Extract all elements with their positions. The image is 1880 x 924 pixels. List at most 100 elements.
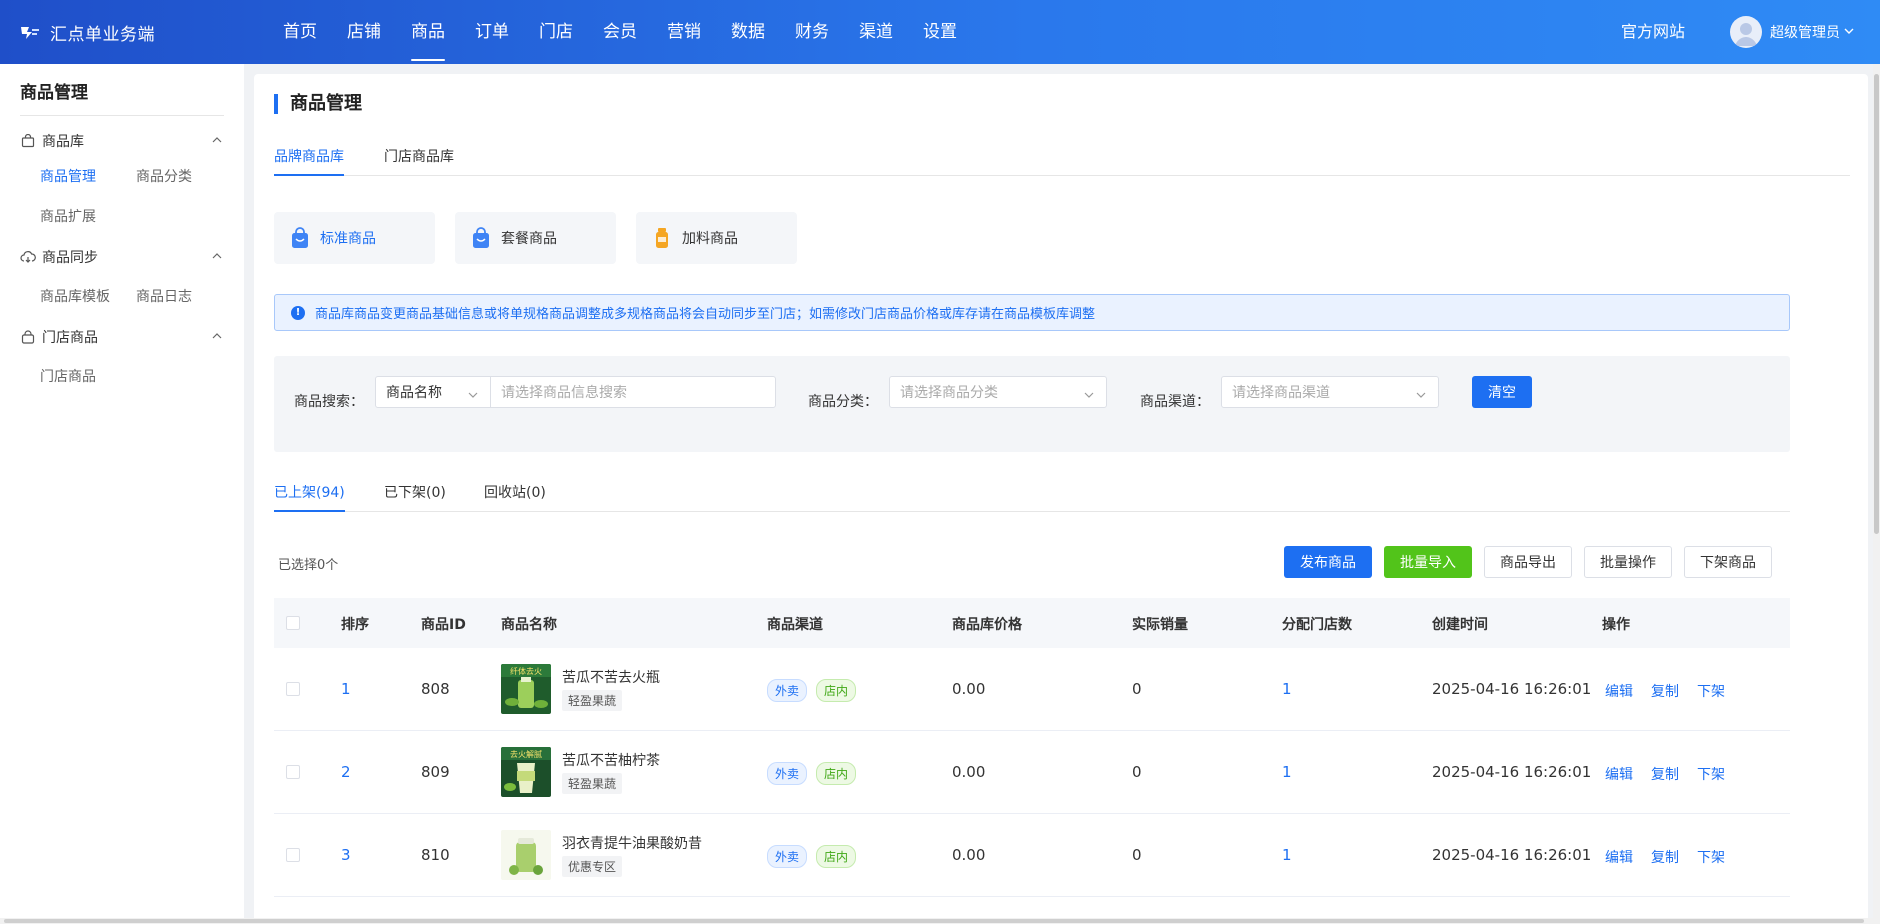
col-created: 创建时间 — [1432, 617, 1488, 633]
nav-data[interactable]: 数据 — [716, 0, 780, 64]
edit-link[interactable]: 编辑 — [1605, 847, 1633, 867]
row-store-count[interactable]: 1 — [1282, 680, 1292, 698]
product-category-tag: 轻盈果蔬 — [562, 690, 623, 711]
selected-count: 已选择0个 — [278, 558, 339, 573]
row-price: 0.00 — [952, 680, 986, 698]
chevron-up-icon — [210, 249, 224, 263]
off-shelf-link[interactable]: 下架 — [1697, 847, 1725, 867]
batch-operation-button[interactable]: 批量操作 — [1584, 546, 1672, 578]
copy-link[interactable]: 复制 — [1651, 764, 1679, 784]
sidebar-group-store-goods[interactable]: 门店商品 — [20, 325, 224, 349]
row-checkbox[interactable] — [286, 848, 300, 862]
publish-goods-button[interactable]: 发布商品 — [1284, 546, 1372, 578]
channel-placeholder: 请选择商品渠道 — [1232, 385, 1330, 401]
sidebar-item-library-template[interactable]: 商品库模板 — [40, 286, 110, 306]
off-shelf-goods-button[interactable]: 下架商品 — [1684, 546, 1772, 578]
product-name: 苦瓜不苦去火瓶 — [562, 670, 660, 686]
batch-import-button[interactable]: 批量导入 — [1384, 546, 1472, 578]
top-header: 汇点单业务端 首页 店铺 商品 订单 门店 会员 营销 数据 财务 渠道 设置 … — [0, 0, 1880, 64]
sidebar-title: 商品管理 — [20, 83, 88, 103]
table-row: 3 810 羽衣青提牛油果酸奶昔 优惠专区 外卖 店内 0.00 0 1 202… — [274, 814, 1790, 897]
svg-text:纤体去火: 纤体去火 — [510, 666, 542, 676]
sidebar-group-goods-sync[interactable]: 商品同步 — [20, 245, 224, 269]
sidebar-item-goods-manage[interactable]: 商品管理 — [40, 166, 96, 186]
bag-icon — [20, 133, 36, 149]
sidebar-item-goods-log[interactable]: 商品日志 — [136, 286, 192, 306]
search-field-select[interactable]: 商品名称 — [375, 376, 491, 408]
vertical-scrollbar[interactable] — [1873, 64, 1880, 924]
sidebar-group-label: 门店商品 — [42, 330, 98, 346]
tab-store-library[interactable]: 门店商品库 — [384, 146, 454, 176]
type-card-label: 套餐商品 — [501, 231, 557, 247]
sidebar-group-label: 商品库 — [42, 134, 84, 150]
chevron-up-icon — [210, 133, 224, 147]
type-card-combo[interactable]: 套餐商品 — [455, 212, 616, 264]
edit-link[interactable]: 编辑 — [1605, 681, 1633, 701]
nav-members[interactable]: 会员 — [588, 0, 652, 64]
user-menu[interactable]: 超级管理员 — [1730, 0, 1854, 64]
col-actions: 操作 — [1602, 617, 1630, 633]
off-shelf-link[interactable]: 下架 — [1697, 681, 1725, 701]
page-title: 商品管理 — [274, 94, 362, 114]
export-goods-button[interactable]: 商品导出 — [1484, 546, 1572, 578]
nav-finance[interactable]: 财务 — [780, 0, 844, 64]
row-store-count[interactable]: 1 — [1282, 846, 1292, 864]
row-price: 0.00 — [952, 846, 986, 864]
copy-link[interactable]: 复制 — [1651, 847, 1679, 867]
edit-link[interactable]: 编辑 — [1605, 764, 1633, 784]
category-select[interactable]: 请选择商品分类 — [889, 376, 1107, 408]
category-label: 商品分类： — [808, 394, 878, 410]
nav-orders[interactable]: 订单 — [460, 0, 524, 64]
col-stores: 分配门店数 — [1282, 617, 1352, 633]
col-price: 商品库价格 — [952, 617, 1022, 633]
search-label: 商品搜索： — [294, 394, 364, 410]
nav-marketing[interactable]: 营销 — [652, 0, 716, 64]
row-sales: 0 — [1132, 680, 1142, 698]
product-category-tag: 轻盈果蔬 — [562, 773, 623, 794]
nav-shop[interactable]: 店铺 — [332, 0, 396, 64]
horizontal-scrollbar[interactable] — [0, 918, 1873, 924]
row-sort[interactable]: 3 — [341, 846, 351, 864]
sidebar-group-goods-library[interactable]: 商品库 — [20, 129, 224, 153]
cloud-sync-icon — [20, 249, 36, 265]
official-site-link[interactable]: 官方网站 — [1621, 0, 1685, 64]
sidebar-item-store-goods[interactable]: 门店商品 — [40, 366, 96, 386]
sidebar-item-goods-category[interactable]: 商品分类 — [136, 166, 192, 186]
nav-channels[interactable]: 渠道 — [844, 0, 908, 64]
notice-text: 商品库商品变更商品基础信息或将单规格商品调整成多规格商品将会自动同步至门店；如需… — [315, 307, 1096, 322]
tab-recycle-bin[interactable]: 回收站(0) — [484, 482, 546, 512]
row-checkbox[interactable] — [286, 682, 300, 696]
row-store-count[interactable]: 1 — [1282, 763, 1292, 781]
channel-tag-dine-in: 店内 — [816, 845, 857, 868]
nav-home[interactable]: 首页 — [283, 0, 332, 64]
tab-on-shelf[interactable]: 已上架(94) — [274, 482, 345, 512]
clear-button[interactable]: 清空 — [1472, 376, 1532, 408]
scrollbar-thumb[interactable] — [1874, 74, 1879, 534]
row-id: 810 — [421, 846, 450, 864]
type-card-standard[interactable]: 标准商品 — [274, 212, 435, 264]
copy-link[interactable]: 复制 — [1651, 681, 1679, 701]
row-checkbox[interactable] — [286, 765, 300, 779]
sidebar-item-goods-extension[interactable]: 商品扩展 — [40, 206, 96, 226]
channel-select[interactable]: 请选择商品渠道 — [1221, 376, 1439, 408]
type-card-addon[interactable]: 加料商品 — [636, 212, 797, 264]
nav-stores[interactable]: 门店 — [524, 0, 588, 64]
product-image — [501, 830, 551, 880]
row-id: 809 — [421, 763, 450, 781]
tab-off-shelf[interactable]: 已下架(0) — [384, 482, 446, 512]
nav-goods[interactable]: 商品 — [396, 0, 460, 64]
scrollbar-thumb[interactable] — [4, 919, 1864, 923]
chevron-up-icon — [210, 329, 224, 343]
row-sort[interactable]: 2 — [341, 763, 351, 781]
row-sort[interactable]: 1 — [341, 680, 351, 698]
search-input[interactable]: 请选择商品信息搜索 — [490, 376, 776, 408]
off-shelf-link[interactable]: 下架 — [1697, 764, 1725, 784]
tab-brand-library[interactable]: 品牌商品库 — [274, 146, 344, 176]
select-all-checkbox[interactable] — [286, 616, 300, 630]
brand[interactable]: 汇点单业务端 — [20, 0, 155, 64]
table-row: 2 809 去火解腻 苦瓜不苦柚柠茶 轻盈果蔬 外卖 店内 0.00 0 1 2… — [274, 731, 1790, 814]
filter-panel: 商品搜索： 商品名称 请选择商品信息搜索 商品分类： 请选择商品分类 商品渠道：… — [274, 356, 1790, 452]
row-created-time: 2025-04-16 16:26:01 — [1432, 846, 1592, 864]
nav-settings[interactable]: 设置 — [908, 0, 972, 64]
col-name: 商品名称 — [501, 617, 557, 633]
